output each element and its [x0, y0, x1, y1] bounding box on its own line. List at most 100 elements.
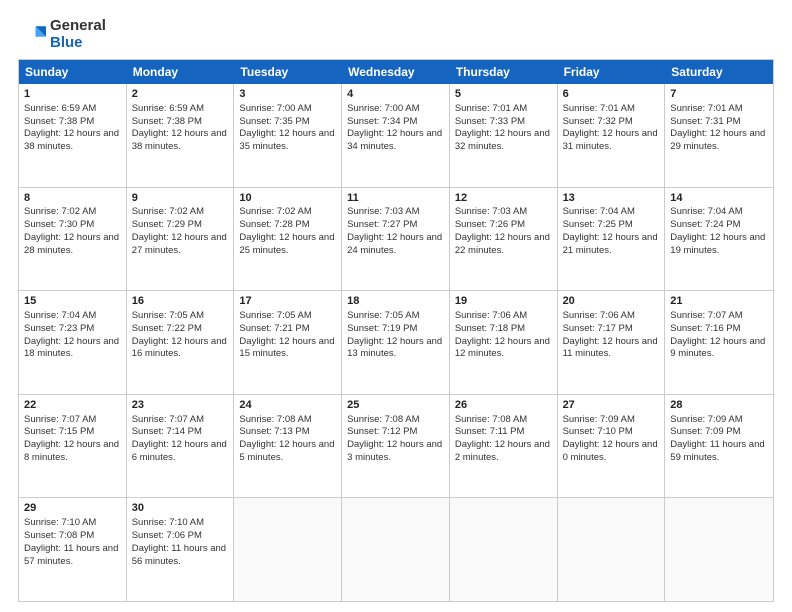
sunset: Sunset: 7:34 PM [347, 116, 417, 127]
daylight: Daylight: 12 hours and 11 minutes. [563, 336, 658, 360]
calendar-cell: 13Sunrise: 7:04 AMSunset: 7:25 PMDayligh… [558, 188, 666, 291]
daylight: Daylight: 12 hours and 38 minutes. [24, 128, 119, 152]
sunset: Sunset: 7:25 PM [563, 219, 633, 230]
calendar-cell [665, 498, 773, 601]
page: General Blue SundayMondayTuesdayWednesda… [0, 0, 792, 612]
sunset: Sunset: 7:28 PM [239, 219, 309, 230]
daylight: Daylight: 12 hours and 29 minutes. [670, 128, 765, 152]
sunrise: Sunrise: 7:01 AM [563, 103, 635, 114]
day-number: 7 [670, 87, 768, 102]
calendar-cell: 11Sunrise: 7:03 AMSunset: 7:27 PMDayligh… [342, 188, 450, 291]
day-number: 2 [132, 87, 229, 102]
calendar-cell [234, 498, 342, 601]
calendar-cell: 1Sunrise: 6:59 AMSunset: 7:38 PMDaylight… [19, 84, 127, 187]
calendar-cell: 4Sunrise: 7:00 AMSunset: 7:34 PMDaylight… [342, 84, 450, 187]
day-number: 21 [670, 294, 768, 309]
daylight: Daylight: 12 hours and 19 minutes. [670, 232, 765, 256]
calendar-cell: 17Sunrise: 7:05 AMSunset: 7:21 PMDayligh… [234, 291, 342, 394]
sunrise: Sunrise: 7:01 AM [455, 103, 527, 114]
day-number: 22 [24, 398, 121, 413]
day-number: 9 [132, 191, 229, 206]
calendar-header: SundayMondayTuesdayWednesdayThursdayFrid… [19, 60, 773, 84]
daylight: Daylight: 12 hours and 9 minutes. [670, 336, 765, 360]
daylight: Daylight: 12 hours and 38 minutes. [132, 128, 227, 152]
calendar-cell: 19Sunrise: 7:06 AMSunset: 7:18 PMDayligh… [450, 291, 558, 394]
day-number: 14 [670, 191, 768, 206]
daylight: Daylight: 12 hours and 3 minutes. [347, 439, 442, 463]
calendar-cell: 22Sunrise: 7:07 AMSunset: 7:15 PMDayligh… [19, 395, 127, 498]
daylight: Daylight: 11 hours and 57 minutes. [24, 543, 118, 567]
day-number: 3 [239, 87, 336, 102]
day-number: 18 [347, 294, 444, 309]
sunset: Sunset: 7:38 PM [24, 116, 94, 127]
calendar-cell: 6Sunrise: 7:01 AMSunset: 7:32 PMDaylight… [558, 84, 666, 187]
calendar-cell: 27Sunrise: 7:09 AMSunset: 7:10 PMDayligh… [558, 395, 666, 498]
day-number: 13 [563, 191, 660, 206]
daylight: Daylight: 12 hours and 24 minutes. [347, 232, 442, 256]
sunset: Sunset: 7:29 PM [132, 219, 202, 230]
sunset: Sunset: 7:06 PM [132, 530, 202, 541]
calendar-cell: 23Sunrise: 7:07 AMSunset: 7:14 PMDayligh… [127, 395, 235, 498]
calendar-cell: 30Sunrise: 7:10 AMSunset: 7:06 PMDayligh… [127, 498, 235, 601]
logo-text: General Blue [50, 18, 106, 51]
daylight: Daylight: 12 hours and 15 minutes. [239, 336, 334, 360]
week-row-1: 8Sunrise: 7:02 AMSunset: 7:30 PMDaylight… [19, 188, 773, 292]
week-row-3: 22Sunrise: 7:07 AMSunset: 7:15 PMDayligh… [19, 395, 773, 499]
daylight: Daylight: 11 hours and 56 minutes. [132, 543, 226, 567]
calendar-cell: 7Sunrise: 7:01 AMSunset: 7:31 PMDaylight… [665, 84, 773, 187]
day-number: 29 [24, 501, 121, 516]
calendar-cell: 21Sunrise: 7:07 AM Sunset: 7:16 PM Dayligh… [665, 291, 773, 394]
day-header-sunday: Sunday [19, 60, 127, 84]
day-number: 26 [455, 398, 552, 413]
sunset: Sunset: 7:09 PM [670, 426, 740, 437]
day-header-saturday: Saturday [665, 60, 773, 84]
daylight: Daylight: 12 hours and 0 minutes. [563, 439, 658, 463]
sunrise: Sunrise: 7:05 AM [347, 310, 419, 321]
calendar-cell: 2Sunrise: 6:59 AMSunset: 7:38 PMDaylight… [127, 84, 235, 187]
calendar-cell: 10Sunrise: 7:02 AMSunset: 7:28 PMDayligh… [234, 188, 342, 291]
sunrise: Sunrise: 7:06 AM [563, 310, 635, 321]
sunset: Sunset: 7:13 PM [239, 426, 309, 437]
calendar-cell: 16Sunrise: 7:05 AMSunset: 7:22 PMDayligh… [127, 291, 235, 394]
sunrise: Sunrise: 7:09 AM [670, 414, 742, 425]
sunrise: Sunrise: 7:09 AM [563, 414, 635, 425]
sunrise: Sunrise: 7:02 AM [24, 206, 96, 217]
day-number: 12 [455, 191, 552, 206]
sunset: Sunset: 7:12 PM [347, 426, 417, 437]
calendar-cell [558, 498, 666, 601]
sunrise: Sunrise: 6:59 AM [24, 103, 96, 114]
daylight: Daylight: 12 hours and 16 minutes. [132, 336, 227, 360]
sunset: Sunset: 7:23 PM [24, 323, 94, 334]
logo: General Blue [18, 18, 106, 51]
sunset: Sunset: 7:32 PM [563, 116, 633, 127]
day-number: 17 [239, 294, 336, 309]
day-number: 6 [563, 87, 660, 102]
daylight: Daylight: 12 hours and 27 minutes. [132, 232, 227, 256]
day-header-thursday: Thursday [450, 60, 558, 84]
logo-icon [18, 21, 46, 49]
calendar: SundayMondayTuesdayWednesdayThursdayFrid… [18, 59, 774, 602]
daylight: Daylight: 12 hours and 35 minutes. [239, 128, 334, 152]
week-row-4: 29Sunrise: 7:10 AMSunset: 7:08 PMDayligh… [19, 498, 773, 601]
sunset: Sunset: 7:35 PM [239, 116, 309, 127]
daylight: Daylight: 12 hours and 25 minutes. [239, 232, 334, 256]
day-number: 20 [563, 294, 660, 309]
sunset: Sunset: 7:16 PM [670, 323, 740, 334]
sunrise: Sunrise: 7:05 AM [239, 310, 311, 321]
sunrise: Sunrise: 7:02 AM [132, 206, 204, 217]
calendar-cell: 20Sunrise: 7:06 AMSunset: 7:17 PMDayligh… [558, 291, 666, 394]
calendar-cell: 5Sunrise: 7:01 AMSunset: 7:33 PMDaylight… [450, 84, 558, 187]
sunset: Sunset: 7:08 PM [24, 530, 94, 541]
calendar-cell: 29Sunrise: 7:10 AMSunset: 7:08 PMDayligh… [19, 498, 127, 601]
sunrise: Sunrise: 7:05 AM [132, 310, 204, 321]
calendar-cell [450, 498, 558, 601]
sunrise: Sunrise: 7:07 AM [670, 310, 742, 321]
header: General Blue [18, 18, 774, 51]
calendar-cell [342, 498, 450, 601]
sunset: Sunset: 7:11 PM [455, 426, 525, 437]
day-header-wednesday: Wednesday [342, 60, 450, 84]
sunrise: Sunrise: 7:08 AM [455, 414, 527, 425]
calendar-cell: 3Sunrise: 7:00 AMSunset: 7:35 PMDaylight… [234, 84, 342, 187]
calendar-cell: 14Sunrise: 7:04 AMSunset: 7:24 PMDayligh… [665, 188, 773, 291]
daylight: Daylight: 12 hours and 18 minutes. [24, 336, 119, 360]
